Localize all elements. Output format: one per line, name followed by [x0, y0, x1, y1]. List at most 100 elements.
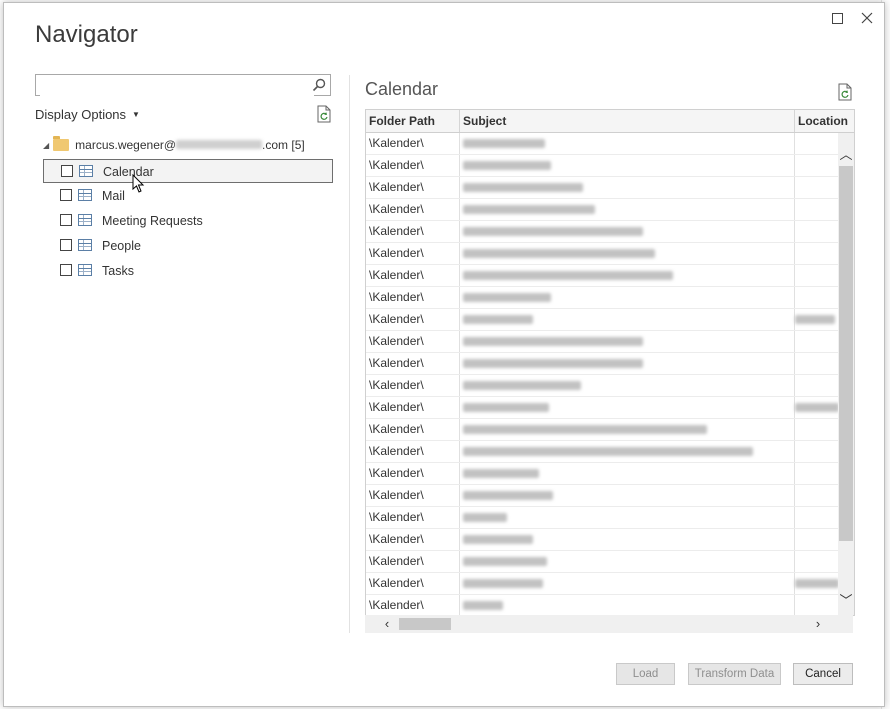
folder-path-cell[interactable]: \Kalender\: [366, 331, 460, 352]
folder-path-cell[interactable]: \Kalender\: [366, 507, 460, 528]
location-cell[interactable]: [795, 419, 838, 440]
table-row[interactable]: \Kalender\: [366, 309, 838, 331]
subject-cell[interactable]: [460, 265, 795, 286]
search-box[interactable]: [35, 74, 331, 96]
location-cell[interactable]: [795, 573, 839, 594]
column-header-subject[interactable]: Subject: [460, 110, 795, 132]
location-cell[interactable]: [795, 155, 838, 176]
refresh-preview-icon[interactable]: [837, 83, 853, 101]
display-options-dropdown[interactable]: Display Options ▼: [35, 107, 140, 122]
checkbox[interactable]: [60, 264, 72, 276]
location-cell[interactable]: [795, 287, 838, 308]
table-row[interactable]: \Kalender\: [366, 199, 838, 221]
subject-cell[interactable]: [460, 419, 795, 440]
tree-item-tasks[interactable]: Tasks: [43, 259, 333, 283]
preview-table[interactable]: Folder Path Subject Location \Kalender\ \…: [365, 109, 855, 616]
horizontal-scroll-thumb[interactable]: [399, 618, 451, 630]
folder-path-cell[interactable]: \Kalender\: [366, 397, 460, 418]
table-row[interactable]: \Kalender\: [366, 551, 838, 573]
horizontal-scrollbar[interactable]: ‹ ›: [365, 615, 853, 633]
table-row[interactable]: \Kalender\: [366, 287, 838, 309]
folder-path-cell[interactable]: \Kalender\: [366, 243, 460, 264]
subject-cell[interactable]: [460, 551, 795, 572]
folder-path-cell[interactable]: \Kalender\: [366, 375, 460, 396]
folder-path-cell[interactable]: \Kalender\: [366, 485, 460, 506]
subject-cell[interactable]: [460, 199, 795, 220]
table-row[interactable]: \Kalender\: [366, 463, 838, 485]
tree-item-people[interactable]: People: [43, 234, 333, 258]
table-row[interactable]: \Kalender\: [366, 353, 838, 375]
location-cell[interactable]: [795, 177, 838, 198]
tree-root-mailbox[interactable]: ◢ marcus.wegener@ .com [5]: [43, 134, 305, 156]
table-row[interactable]: \Kalender\: [366, 243, 838, 265]
folder-path-cell[interactable]: \Kalender\: [366, 595, 460, 615]
location-cell[interactable]: [795, 265, 838, 286]
column-header-folder-path[interactable]: Folder Path: [366, 110, 460, 132]
table-row[interactable]: \Kalender\: [366, 573, 839, 595]
search-icon[interactable]: [312, 78, 326, 92]
location-cell[interactable]: [795, 551, 838, 572]
search-input[interactable]: [40, 76, 314, 96]
tree-item-calendar[interactable]: Calendar: [43, 159, 333, 183]
checkbox[interactable]: [61, 165, 73, 177]
folder-path-cell[interactable]: \Kalender\: [366, 133, 460, 154]
table-row[interactable]: \Kalender\: [366, 155, 838, 177]
subject-cell[interactable]: [460, 397, 795, 418]
folder-path-cell[interactable]: \Kalender\: [366, 265, 460, 286]
subject-cell[interactable]: [460, 375, 795, 396]
folder-path-cell[interactable]: \Kalender\: [366, 419, 460, 440]
subject-cell[interactable]: [460, 155, 795, 176]
folder-path-cell[interactable]: \Kalender\: [366, 353, 460, 374]
folder-path-cell[interactable]: \Kalender\: [366, 199, 460, 220]
location-cell[interactable]: [795, 529, 838, 550]
refresh-icon[interactable]: [316, 105, 332, 123]
load-button[interactable]: Load: [616, 663, 675, 685]
scroll-right-icon[interactable]: ›: [810, 616, 826, 632]
table-row[interactable]: \Kalender\: [366, 133, 838, 155]
folder-path-cell[interactable]: \Kalender\: [366, 221, 460, 242]
subject-cell[interactable]: [460, 353, 795, 374]
location-cell[interactable]: [795, 199, 838, 220]
subject-cell[interactable]: [460, 573, 795, 594]
table-row[interactable]: \Kalender\: [366, 177, 838, 199]
table-row[interactable]: \Kalender\: [366, 529, 838, 551]
table-row[interactable]: \Kalender\: [366, 441, 838, 463]
location-cell[interactable]: [795, 441, 838, 462]
subject-cell[interactable]: [460, 529, 795, 550]
subject-cell[interactable]: [460, 243, 795, 264]
table-row[interactable]: \Kalender\: [366, 265, 838, 287]
checkbox[interactable]: [60, 189, 72, 201]
folder-path-cell[interactable]: \Kalender\: [366, 573, 460, 594]
subject-cell[interactable]: [460, 463, 795, 484]
table-row[interactable]: \Kalender\: [366, 595, 838, 615]
column-header-location[interactable]: Location: [795, 110, 854, 132]
location-cell[interactable]: [795, 353, 838, 374]
table-row[interactable]: \Kalender\: [366, 375, 838, 397]
folder-path-cell[interactable]: \Kalender\: [366, 155, 460, 176]
subject-cell[interactable]: [460, 133, 795, 154]
location-cell[interactable]: [795, 309, 838, 330]
location-cell[interactable]: [795, 463, 838, 484]
close-button[interactable]: [856, 9, 878, 29]
subject-cell[interactable]: [460, 177, 795, 198]
folder-path-cell[interactable]: \Kalender\: [366, 463, 460, 484]
subject-cell[interactable]: [460, 287, 795, 308]
folder-path-cell[interactable]: \Kalender\: [366, 551, 460, 572]
maximize-button[interactable]: [826, 9, 848, 29]
pane-divider[interactable]: [349, 75, 350, 633]
table-row[interactable]: \Kalender\: [366, 331, 838, 353]
scroll-left-icon[interactable]: ‹: [379, 616, 395, 632]
folder-path-cell[interactable]: \Kalender\: [366, 309, 460, 330]
table-row[interactable]: \Kalender\: [366, 507, 838, 529]
subject-cell[interactable]: [460, 221, 795, 242]
subject-cell[interactable]: [460, 485, 795, 506]
folder-path-cell[interactable]: \Kalender\: [366, 177, 460, 198]
table-row[interactable]: \Kalender\: [366, 485, 838, 507]
tree-item-meeting-requests[interactable]: Meeting Requests: [43, 209, 333, 233]
table-row[interactable]: \Kalender\: [366, 419, 838, 441]
subject-cell[interactable]: [460, 309, 795, 330]
location-cell[interactable]: [795, 331, 838, 352]
subject-cell[interactable]: [460, 331, 795, 352]
location-cell[interactable]: [795, 375, 838, 396]
vertical-scrollbar[interactable]: ︿ ﹀: [838, 133, 854, 615]
